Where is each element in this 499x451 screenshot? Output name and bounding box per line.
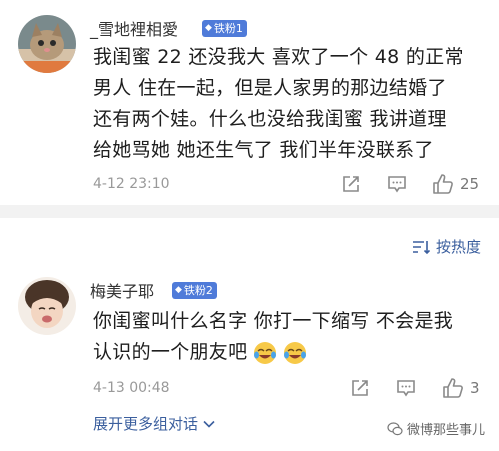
avatar[interactable] xyxy=(18,15,76,73)
share-icon xyxy=(352,380,368,396)
expand-conversation-link[interactable]: 展开更多组对话 xyxy=(93,413,216,434)
comment-line: 还有两个娃。什么也没给我闺蜜 我讲道理 xyxy=(93,108,447,130)
fan-badge-label: 铁粉2 xyxy=(183,284,213,297)
comment-text: 我闺蜜 22 还没我大 喜欢了一个 48 的正常 男人 住在一起，但是人家男的那… xyxy=(93,42,464,166)
like-count: 25 xyxy=(460,175,480,193)
share-button[interactable] xyxy=(350,378,370,398)
section-divider xyxy=(0,205,499,218)
expand-label: 展开更多组对话 xyxy=(93,415,199,433)
username[interactable]: _雪地裡相愛 xyxy=(90,16,178,40)
fan-badge: ◆ 铁粉2 xyxy=(172,282,217,299)
sort-icon xyxy=(412,240,430,254)
like-count: 3 xyxy=(470,379,480,397)
wechat-logo-icon xyxy=(387,421,403,435)
watermark: 微博那些事儿 xyxy=(387,419,485,438)
comment-line: 认识的一个朋友吧 xyxy=(93,341,248,363)
watermark-label: 微博那些事儿 xyxy=(406,423,485,438)
comment-icon xyxy=(388,176,406,193)
comment-text: 你闺蜜叫什么名字 你打一下缩写 不会是我 认识的一个朋友吧 xyxy=(93,306,453,368)
like-button[interactable]: 25 xyxy=(432,173,479,195)
comment-line: 给她骂她 她还生气了 我们半年没联系了 xyxy=(93,139,434,161)
comment-line: 男人 住在一起，但是人家男的那边结婚了 xyxy=(93,77,447,99)
comment-time: 4-12 23:10 xyxy=(93,176,170,192)
sort-label: 按热度 xyxy=(435,238,481,256)
crying-laughing-emoji xyxy=(254,341,277,364)
comment-line: 你闺蜜叫什么名字 你打一下缩写 不会是我 xyxy=(93,310,454,332)
share-icon xyxy=(343,176,359,192)
avatar[interactable] xyxy=(18,277,76,335)
fan-badge: ◆ 铁粉1 xyxy=(202,20,247,37)
reply-button[interactable] xyxy=(387,174,407,194)
crying-laughing-emoji xyxy=(284,341,307,364)
child-avatar-image xyxy=(18,277,76,335)
like-button[interactable]: 3 xyxy=(442,377,480,399)
diamond-icon: ◆ xyxy=(205,23,212,33)
reply-button[interactable] xyxy=(396,378,416,398)
fan-badge-label: 铁粉1 xyxy=(213,22,243,35)
chevron-down-icon xyxy=(203,420,215,428)
username[interactable]: 梅美子耶 xyxy=(90,278,154,302)
sort-toggle[interactable]: 按热度 xyxy=(412,236,481,257)
comment-line-with-emoji: 认识的一个朋友吧 xyxy=(93,337,453,368)
thumbs-up-icon xyxy=(433,174,453,194)
comment-time: 4-13 00:48 xyxy=(93,380,170,396)
comment-icon xyxy=(397,380,415,397)
share-button[interactable] xyxy=(341,174,361,194)
thumbs-up-icon xyxy=(443,378,463,398)
cat-avatar-image xyxy=(18,15,76,73)
comment-line: 我闺蜜 22 还没我大 喜欢了一个 48 的正常 xyxy=(93,46,464,68)
diamond-icon: ◆ xyxy=(175,285,182,295)
